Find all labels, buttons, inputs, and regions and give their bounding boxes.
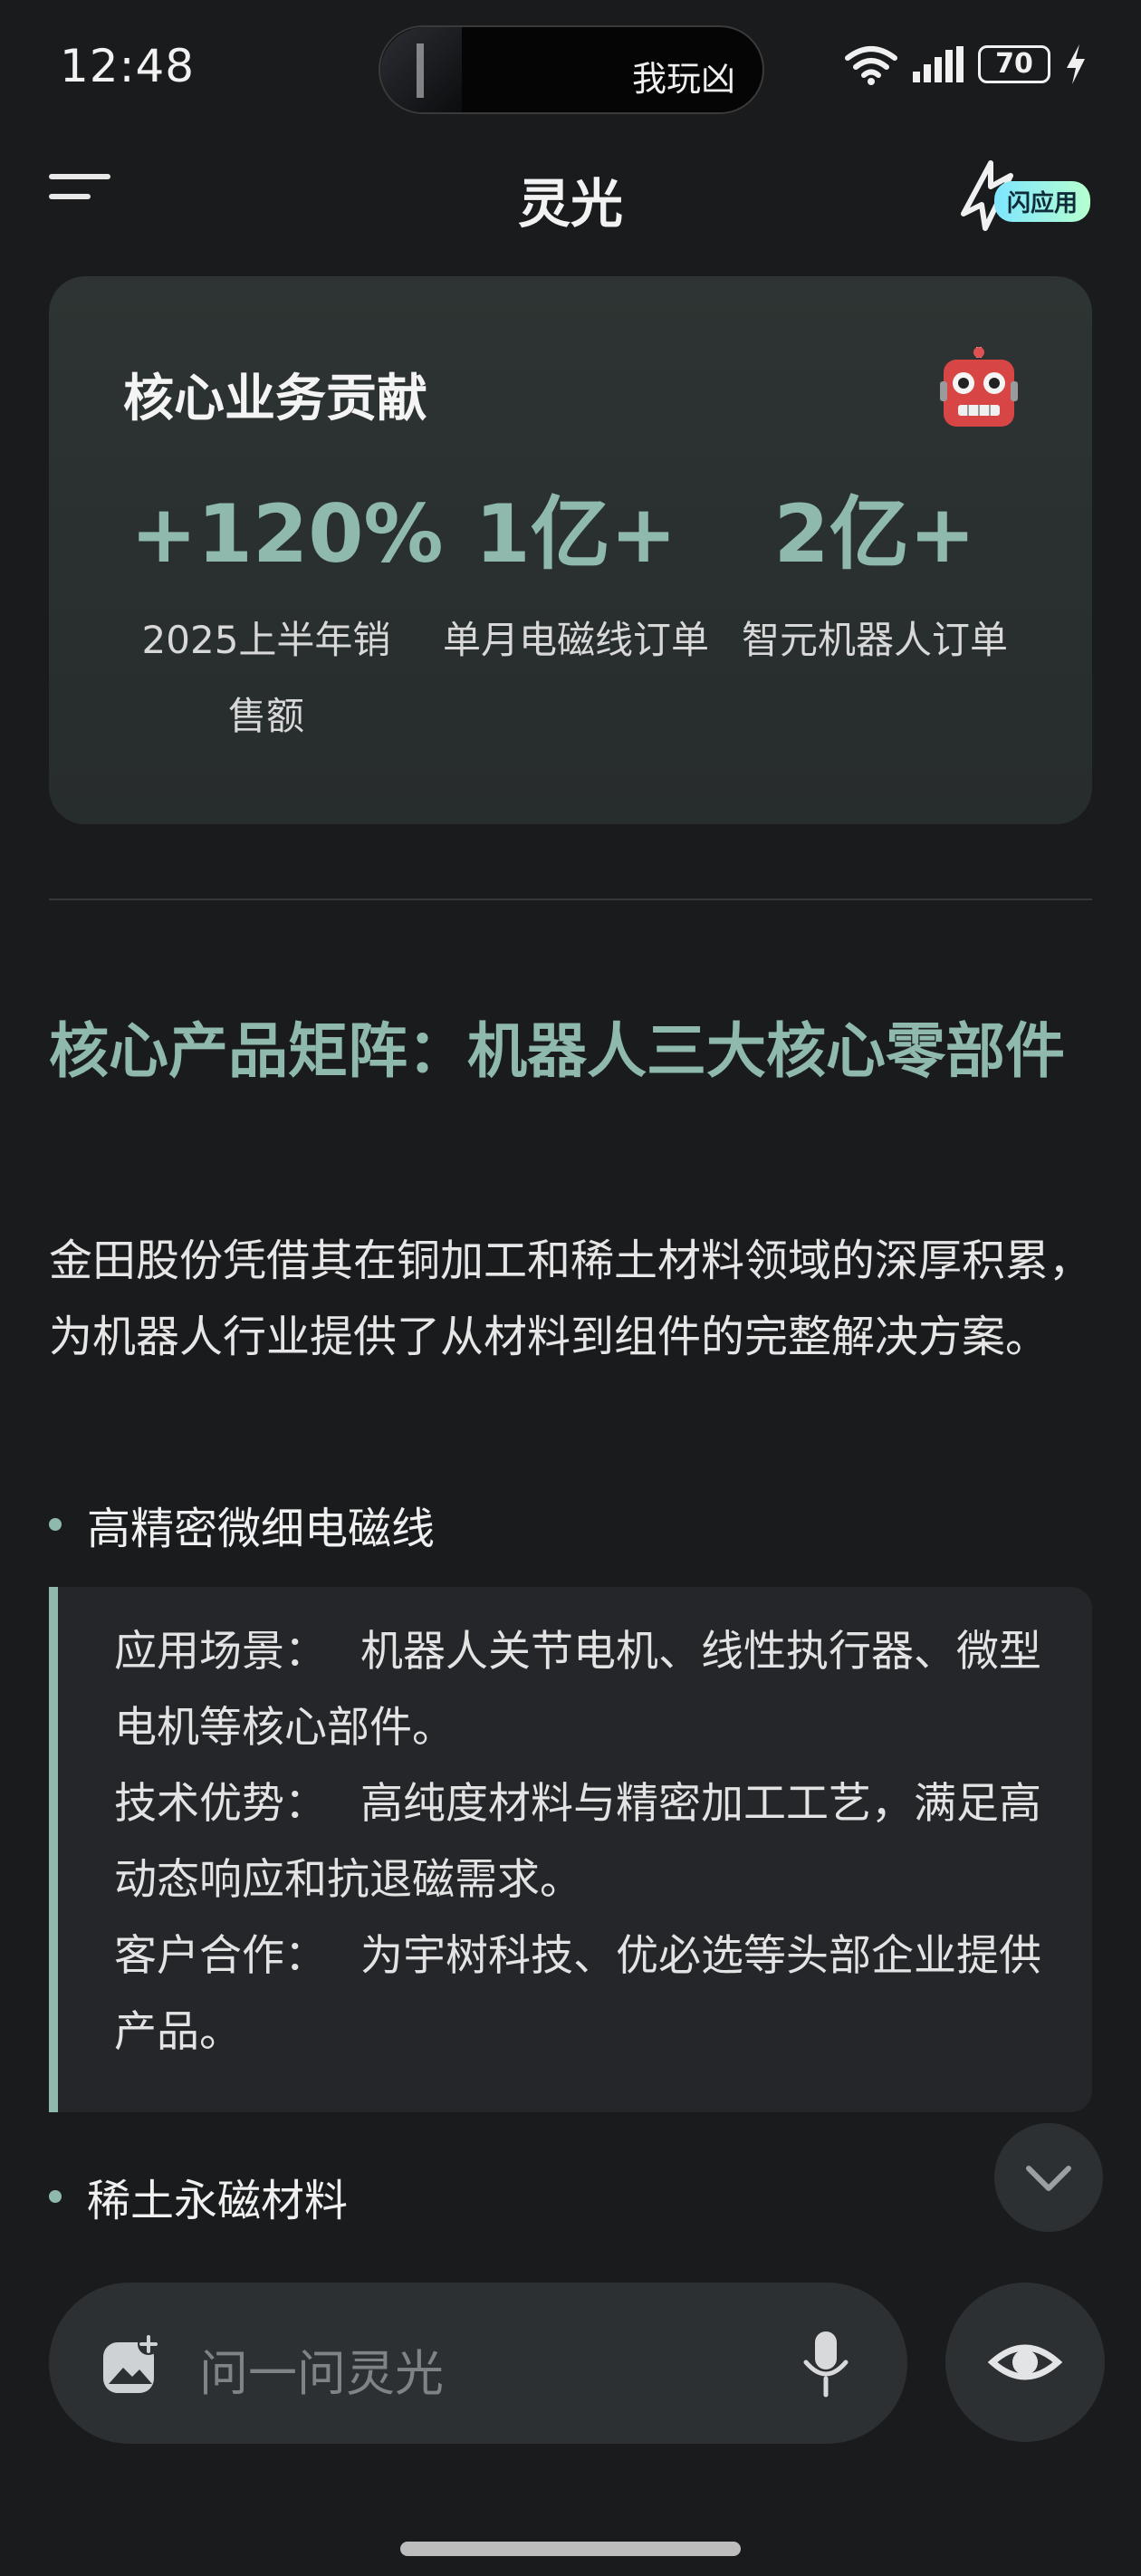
top-navigation: 灵光 闪应用 — [0, 145, 1141, 245]
list-item: 稀土永磁材料 — [49, 2165, 348, 2228]
chevron-down-icon — [1026, 2166, 1071, 2191]
quote-line: 技术优势： 高纯度材料与精密加工工艺，满足高动态响应和抗退磁需求。 — [114, 1766, 1074, 1918]
quote-line: 客户合作： 为宇树科技、优必选等头部企业提供产品。 — [114, 1918, 1074, 2071]
status-bar: 12:48 我玩凶 70 — [0, 0, 1141, 136]
stat-item: 1亿+ 单月电磁线订单 — [440, 485, 712, 678]
home-indicator[interactable] — [400, 2542, 741, 2556]
microphone-icon[interactable] — [799, 2328, 853, 2400]
list-item: 高精密微细电磁线 — [49, 1493, 435, 1556]
charging-bolt-icon — [1067, 44, 1085, 84]
stat-item: 2亿+ 智元机器人订单 — [739, 485, 1011, 678]
quote-label: 应用场景： — [114, 1627, 327, 1677]
input-placeholder: 问一问灵光 — [199, 2345, 444, 2402]
stat-item: +120% 2025上半年销售额 — [130, 485, 444, 755]
stat-label: 2025上半年销售额 — [141, 618, 391, 738]
signal-icon — [913, 46, 964, 82]
dynamic-island[interactable]: 我玩凶 — [379, 25, 764, 114]
list-item-label: 高精密微细电磁线 — [87, 1504, 436, 1554]
section-heading: 核心产品矩阵：机器人三大核心零部件 — [49, 1015, 1065, 1086]
stat-value: 2亿+ — [773, 487, 976, 581]
flash-app-label: 闪应用 — [993, 181, 1090, 222]
vision-button[interactable] — [945, 2283, 1105, 2442]
quote-label: 技术优势： — [114, 1779, 327, 1829]
scroll-down-button[interactable] — [994, 2123, 1141, 2232]
media-thumbnail — [380, 27, 462, 112]
bullet-dot — [49, 2190, 62, 2203]
image-add-icon[interactable] — [100, 2333, 163, 2397]
detail-quote-block: 应用场景： 机器人关节电机、线性执行器、微型电机等核心部件。 技术优势： 高纯度… — [49, 1587, 1092, 2112]
eye-icon — [987, 2344, 1063, 2380]
chat-input[interactable]: 问一问灵光 — [49, 2283, 907, 2444]
battery-icon: 70 — [978, 45, 1050, 83]
section-divider — [49, 899, 1092, 900]
stat-value: +120% — [130, 487, 444, 581]
stat-value: 1亿+ — [475, 487, 677, 581]
status-time: 12:48 — [60, 40, 196, 92]
section-intro: 金田股份凭借其在铜加工和稀土材料领域的深厚积累，为机器人行业提供了从材料到组件的… — [49, 1235, 1093, 1362]
bullet-dot — [49, 1518, 62, 1531]
robot-icon — [940, 347, 1018, 427]
flash-app-button[interactable]: 闪应用 — [954, 159, 1090, 232]
status-icons: 70 — [844, 43, 1087, 85]
quote-label: 客户合作： — [114, 1931, 327, 1981]
card-title: 核心业务贡献 — [123, 370, 427, 428]
core-business-card: 核心业务贡献 +120% 2025上半年销售额 1亿+ 单月电磁线订单 2亿+ … — [49, 276, 1092, 824]
stat-label: 单月电磁线订单 — [442, 618, 709, 662]
stat-label: 智元机器人订单 — [741, 618, 1008, 662]
wifi-icon — [845, 46, 897, 85]
island-text: 我玩凶 — [631, 59, 735, 99]
quote-line: 应用场景： 机器人关节电机、线性执行器、微型电机等核心部件。 — [114, 1614, 1074, 1766]
list-item-label: 稀土永磁材料 — [87, 2176, 349, 2226]
